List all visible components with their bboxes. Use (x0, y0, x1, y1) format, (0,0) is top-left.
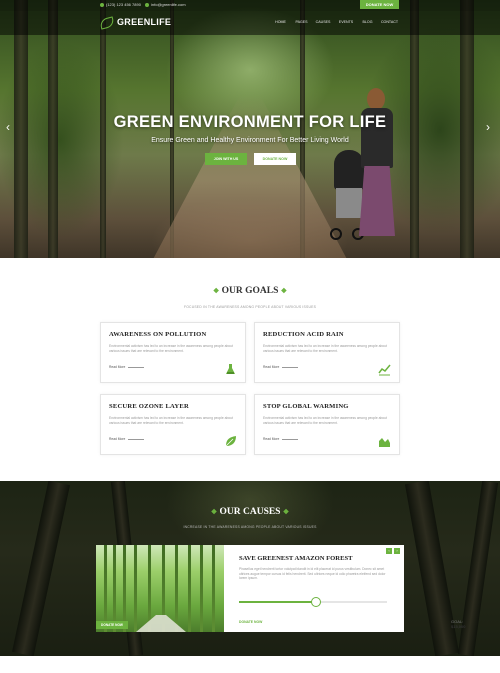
hero-donate-button[interactable]: DONATE NOW (254, 153, 296, 165)
phone-contact: (123) 123 456 7890 (100, 2, 141, 7)
goal-text: Environmental activism has led to an inc… (263, 344, 387, 353)
donation-progress-bar (239, 597, 387, 607)
causes-subtitle: INCREASE IN THE AWARENESS AMONG PEOPLE A… (183, 525, 317, 529)
email-address[interactable]: info@greenlife.com (151, 2, 186, 7)
nav-item-pages[interactable]: PAGES (291, 20, 312, 24)
top-bar: (123) 123 456 7890 info@greenlife.com DO… (0, 0, 500, 11)
goals-title-text: OUR GOALS (221, 286, 279, 296)
read-more-link[interactable]: Read More (109, 437, 145, 441)
leaf-icon (225, 436, 236, 447)
phone-icon (100, 2, 104, 7)
causes-section-title: ❖ OUR CAUSES ❖ (0, 507, 500, 517)
nav-item-home[interactable]: HOME (270, 20, 291, 24)
progress-knob (310, 597, 321, 607)
leaf-icon: ❖ (210, 508, 218, 516)
goal-value: $15,000 (451, 624, 466, 629)
read-more-label[interactable]: Read More (263, 437, 279, 441)
join-button[interactable]: JOIN WITH US (205, 153, 247, 165)
goal-amount: GOAL: $15,000 (451, 619, 465, 629)
trend-chart-icon (378, 364, 391, 376)
nav-item-events[interactable]: EVENTS (334, 20, 358, 24)
read-more-label[interactable]: Read More (109, 437, 125, 441)
email-contact[interactable]: info@greenlife.com (145, 2, 186, 7)
leaf-icon: ❖ (212, 287, 220, 295)
goal-title: REDUCTION ACID RAIN (263, 331, 344, 338)
goal-title: STOP GLOBAL WARMING (263, 403, 349, 410)
goal-title: AWARENESS ON POLLUTION (109, 331, 207, 338)
progress-fill (239, 601, 316, 603)
bamboo-forest-image: DONATE NOW (96, 545, 224, 632)
goal-title: SECURE OZONE LAYER (109, 403, 189, 410)
nav-item-contact[interactable]: CONTACT (377, 20, 402, 24)
cause-text: Phasellus eget hendrerit tortor volutpat… (239, 567, 386, 581)
read-more-link[interactable]: Read More (109, 365, 145, 369)
goal-card: STOP GLOBAL WARMING Environmental activi… (254, 394, 400, 455)
chevron-left-icon[interactable]: ‹ (6, 121, 10, 133)
nav-item-blog[interactable]: BLOG (358, 20, 377, 24)
read-more-link[interactable]: Read More (263, 437, 299, 441)
donate-button[interactable]: DONATE NOW (360, 0, 399, 9)
nav-item-causes[interactable]: CAUSES (312, 20, 334, 24)
goal-card: SECURE OZONE LAYER Environmental activis… (100, 394, 246, 455)
chevron-right-icon[interactable]: › (394, 548, 400, 554)
mail-icon (145, 2, 149, 7)
cause-donate-link[interactable]: DONATE NOW (239, 620, 262, 624)
hero-title: GREEN ENVIRONMENT FOR LIFE (113, 113, 387, 131)
read-more-label[interactable]: Read More (109, 365, 125, 369)
goal-card: REDUCTION ACID RAIN Environmental activi… (254, 322, 400, 383)
goal-text: Environmental activism has led to an inc… (109, 344, 233, 353)
cause-title: SAVE GREENEST AMAZON FOREST (239, 555, 353, 562)
goals-section-title: ❖ OUR GOALS ❖ (0, 286, 500, 296)
hero-subtitle: Ensure Green and Healthy Environment For… (151, 137, 349, 144)
leaf-icon: ❖ (280, 287, 288, 295)
chevron-right-icon[interactable]: › (486, 121, 490, 133)
main-navbar: GREENLIFE HOME PAGES CAUSES EVENTS BLOG … (0, 11, 500, 35)
read-more-label[interactable]: Read More (263, 365, 279, 369)
main-nav: HOME PAGES CAUSES EVENTS BLOG CONTACT (270, 20, 402, 24)
logo-text: GREENLIFE (117, 17, 172, 27)
causes-title-text: OUR CAUSES (219, 507, 281, 517)
cause-tag-button[interactable]: DONATE NOW (96, 621, 128, 629)
woman-figure (357, 88, 397, 248)
flask-icon (226, 364, 235, 374)
goal-text: Environmental activism has led to an inc… (109, 416, 233, 425)
phone-number: (123) 123 456 7890 (106, 2, 141, 7)
read-more-link[interactable]: Read More (263, 365, 299, 369)
goals-subtitle: FOCUSED IN THE AWARENESS AMONG PEOPLE AB… (183, 305, 317, 309)
logo[interactable]: GREENLIFE (100, 17, 171, 27)
area-chart-icon (379, 438, 390, 447)
cause-card: DONATE NOW SAVE GREENEST AMAZON FOREST ‹… (96, 545, 465, 632)
chevron-left-icon[interactable]: ‹ (386, 548, 392, 554)
goal-text: Environmental activism has led to an inc… (263, 416, 387, 425)
leaf-logo-icon (100, 17, 114, 27)
leaf-icon: ❖ (282, 508, 290, 516)
goal-card: AWARENESS ON POLLUTION Environmental act… (100, 322, 246, 383)
